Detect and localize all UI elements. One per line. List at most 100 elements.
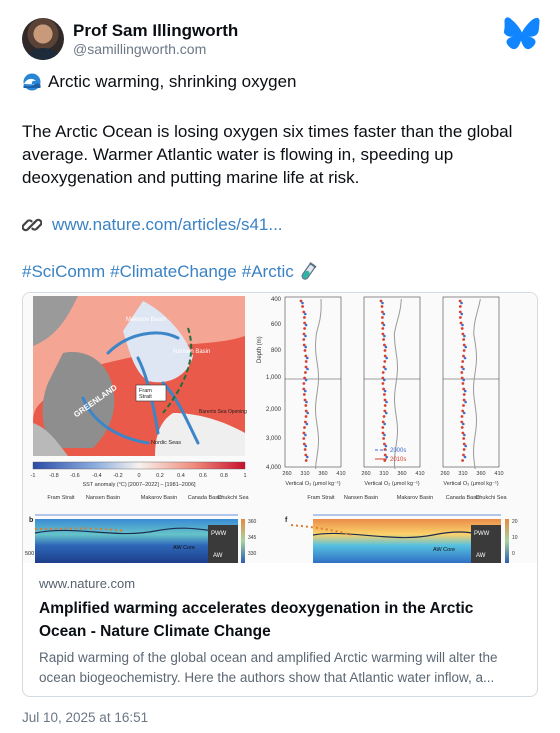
profile-point-2000s: [304, 378, 308, 382]
hashtag-arctic[interactable]: #Arctic: [242, 262, 294, 282]
author-handle[interactable]: @samillingworth.com: [73, 41, 206, 57]
profile-point-2000s: [460, 301, 463, 305]
o2-tick: 360: [476, 471, 485, 477]
map-label-barents: Barents Sea Opening: [199, 409, 247, 415]
profile-point-2010s: [462, 448, 466, 451]
profile-point-2000s: [464, 444, 468, 448]
o2-tick: 360: [397, 471, 406, 477]
butterfly-icon[interactable]: [504, 16, 540, 50]
water-label-pww: PWW: [474, 531, 490, 537]
o2-tick: 410: [336, 471, 345, 477]
o2-axis-label: Vertical O₂ (μmol kg⁻¹): [443, 481, 498, 487]
profile-point-2000s: [462, 367, 465, 371]
profile-point-2010s: [302, 437, 306, 440]
post-timestamp[interactable]: Jul 10, 2025 at 16:51: [22, 710, 148, 725]
profile-point-2000s: [306, 367, 309, 371]
profile-point-2010s: [383, 393, 386, 396]
profile-point-2010s: [301, 305, 304, 308]
section-f-cbar-tick: 0: [512, 551, 515, 557]
station-label: Nansen Basin: [86, 495, 120, 501]
cbar-tick: -0.2: [113, 473, 122, 479]
depth-tick: 800: [271, 348, 282, 354]
o2-axis-label: Vertical O₂ (μmol kg⁻¹): [285, 481, 340, 487]
link-card-figure: Fram Strait GREENLAND Makarov Basin Nans…: [23, 293, 537, 563]
profile-point-2000s: [385, 455, 389, 459]
cbar-tick: 0.4: [177, 473, 185, 479]
section-cbar-tick: 345: [248, 535, 257, 541]
profile-point-2000s: [383, 433, 386, 437]
profile-point-2000s: [306, 455, 309, 459]
profile-point-2000s: [463, 334, 466, 338]
oxygen-profiles: Depth (m) 400 600 800 1,000 2,000 3,000 …: [257, 296, 504, 487]
depth-tick: 600: [271, 322, 282, 328]
water-label-aw: AW: [213, 553, 223, 559]
depth-tick: 3,000: [266, 436, 282, 442]
profile-point-2000s: [304, 312, 307, 316]
profile-point-2010s: [460, 371, 464, 374]
profile-point-2000s: [463, 389, 467, 393]
cbar-tick: -0.8: [49, 473, 58, 479]
profile-point-2000s: [462, 422, 465, 426]
depth-tick: 1,000: [266, 375, 282, 381]
profile-point-2000s: [461, 323, 464, 327]
link-card[interactable]: Fram Strait GREENLAND Makarov Basin Nans…: [22, 292, 538, 697]
profile-point-2000s: [382, 323, 386, 327]
cbar-tick: 0: [137, 473, 140, 479]
profile-point-2010s: [302, 393, 306, 396]
avatar[interactable]: [22, 18, 64, 60]
profile-point-2000s: [383, 378, 386, 382]
post-link-line: www.nature.com/articles/s41...: [22, 215, 283, 235]
hashtag-climatechange[interactable]: #ClimateChange: [110, 262, 237, 282]
section-b: Fram Strait Nansen Basin Makarov Basin C…: [25, 495, 257, 563]
profile-point-2010s: [381, 327, 385, 330]
depth-tick: 400: [271, 297, 282, 303]
link-card-domain: www.nature.com: [39, 576, 136, 591]
depth-tick: 4,000: [266, 465, 282, 471]
profile-point-2010s: [462, 404, 465, 407]
profile-point-2010s: [304, 459, 308, 462]
author-name[interactable]: Prof Sam Illingworth: [73, 21, 238, 41]
profile-point-2000s: [305, 422, 309, 426]
profile-point-2010s: [458, 305, 462, 308]
saturation-line: [472, 298, 481, 470]
section-cbar-tick: 330: [248, 551, 257, 557]
profile-point-2000s: [463, 455, 467, 459]
post-headline: Arctic warming, shrinking oxygen: [22, 72, 296, 92]
section-f-cbar-tick: 20: [512, 519, 518, 525]
o2-tick: 260: [282, 471, 291, 477]
profile-point-2000s: [304, 323, 308, 327]
station-label: Chukchi Sea: [475, 495, 507, 501]
profile-point-2010s: [462, 349, 466, 352]
saturation-line: [393, 298, 402, 470]
panel-label-b: b: [29, 517, 33, 524]
panel-label-f: f: [285, 517, 288, 524]
section-f: Fram Strait Nansen Basin Makarov Basin C…: [285, 495, 518, 563]
profile-point-2000s: [463, 356, 467, 360]
profile-point-2000s: [306, 356, 309, 360]
link-card-description: Rapid warming of the global ocean and am…: [39, 650, 498, 685]
link-card-title[interactable]: Amplified warming accelerates deoxygenat…: [39, 597, 523, 643]
article-link[interactable]: www.nature.com/articles/s41...: [52, 215, 283, 235]
hashtag-row: #SciComm #ClimateChange #Arctic: [22, 262, 317, 282]
station-label: Makarov Basin: [141, 495, 177, 501]
map-label-strait: Strait: [139, 394, 152, 400]
profile-point-2000s: [383, 389, 387, 393]
water-label-aw: AW: [476, 553, 486, 559]
profile-point-2010s: [382, 437, 385, 440]
profile-point-2010s: [304, 360, 308, 363]
water-label-aw-core: AW Core: [173, 545, 195, 551]
profile-point-2000s: [383, 334, 386, 338]
headline-text: Arctic warming, shrinking oxygen: [48, 72, 297, 91]
profile-point-2010s: [303, 349, 307, 352]
profile-point-2000s: [305, 400, 308, 404]
profile-point-2010s: [460, 415, 464, 418]
o2-tick: 310: [300, 471, 309, 477]
o2-tick: 360: [318, 471, 327, 477]
cbar-tick: -0.4: [92, 473, 101, 479]
wave-emoji-icon: [23, 73, 41, 91]
o2-tick: 260: [440, 471, 449, 477]
station-label: Fram Strait: [307, 495, 335, 501]
legend-2000s: 2000s: [390, 448, 406, 454]
hashtag-scicomm[interactable]: #SciComm: [22, 262, 105, 282]
profile-point-2000s: [381, 301, 384, 305]
